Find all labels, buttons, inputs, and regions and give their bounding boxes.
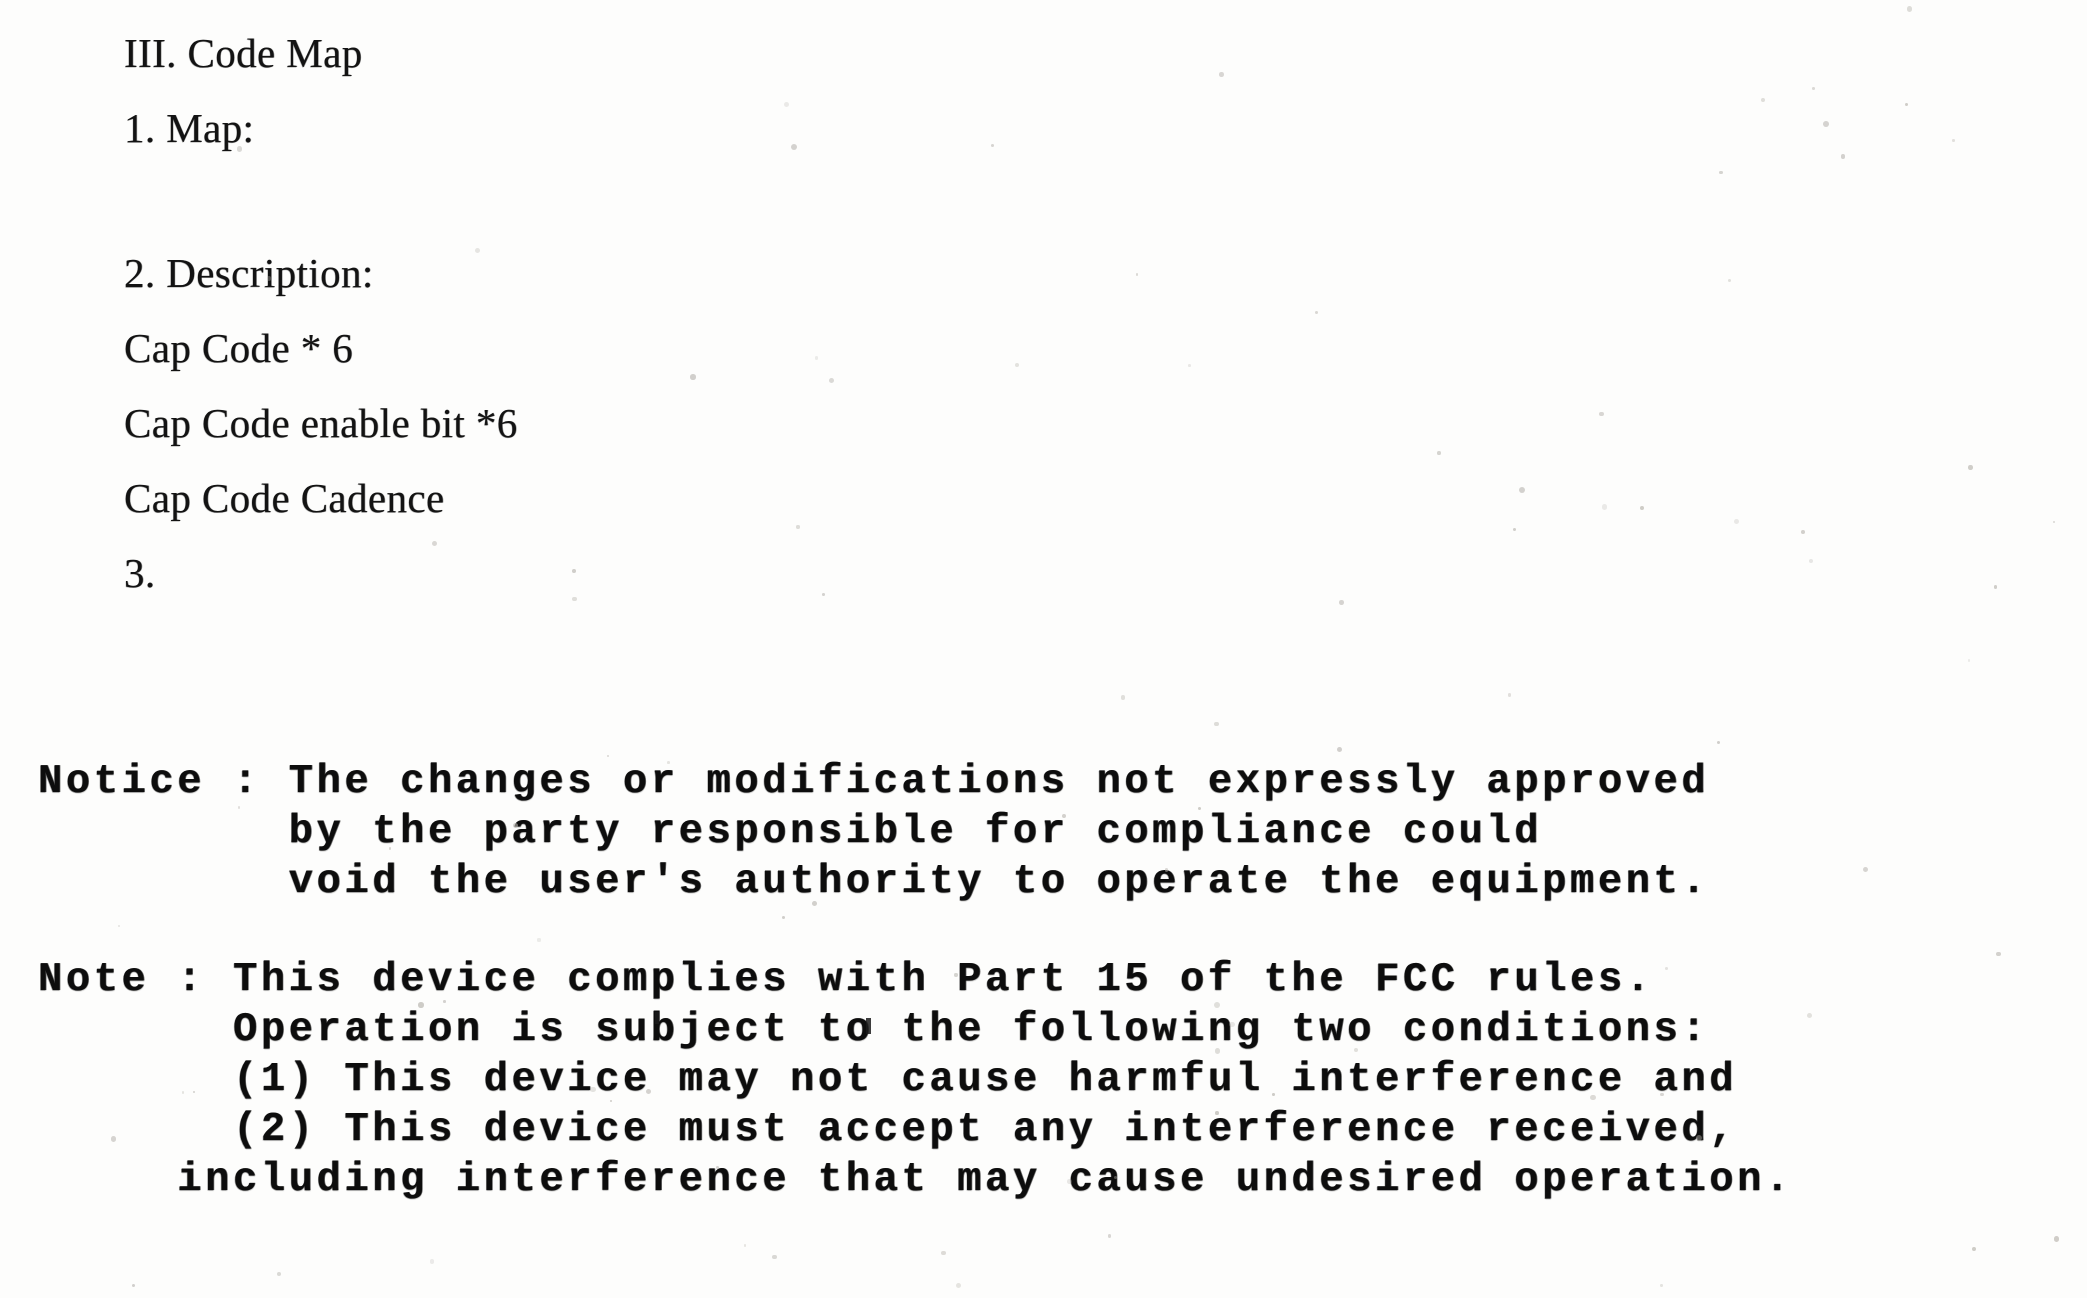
scan-speckle	[1808, 558, 1813, 564]
notice-paragraph: Notice : The changes or modifications no…	[38, 757, 2078, 907]
notice-line-2: by the party responsible for compliance …	[38, 809, 1543, 855]
scan-speckle	[743, 1244, 747, 1247]
scan-speckle	[1339, 600, 1345, 605]
description-item: 2. Description:	[124, 250, 374, 296]
scan-speckle	[1107, 1234, 1112, 1238]
notice-line-1: Notice : The changes or modifications no…	[38, 759, 1710, 805]
scan-speckle	[1994, 585, 1998, 589]
section-heading: III. Code Map	[124, 30, 363, 76]
cap-code-cadence-line: Cap Code Cadence	[124, 475, 445, 521]
cap-code-enable-bit-line: Cap Code enable bit *6	[124, 400, 518, 446]
note-condition-2: (2) This device must accept any interfer…	[38, 1107, 1738, 1153]
scan-speckle	[1639, 506, 1644, 511]
scan-speckle	[1967, 659, 1971, 662]
code-map-section: III. Code Map 1. Map: 2. Description: Ca…	[124, 16, 1324, 611]
scan-speckle	[1716, 741, 1720, 745]
item-three: 3.	[124, 550, 156, 596]
scan-speckle	[2053, 1236, 2059, 1242]
map-item: 1. Map:	[124, 105, 255, 151]
notice-line-3: void the user's authority to operate the…	[38, 859, 1710, 905]
note-line-1: Note : This device complies with Part 15…	[38, 957, 1654, 1003]
scan-speckle	[941, 1250, 946, 1256]
scan-speckle	[1840, 153, 1846, 159]
scan-speckle	[1800, 530, 1805, 534]
scan-speckle	[1812, 86, 1815, 90]
scan-speckle	[1512, 527, 1517, 532]
scan-speckle	[429, 1259, 435, 1264]
scan-speckle	[1436, 451, 1441, 455]
scan-speckle	[1968, 465, 1973, 470]
scan-speckle	[1337, 747, 1343, 753]
scan-speckle	[1904, 102, 1909, 107]
note-paragraph: Note : This device complies with Part 15…	[38, 955, 2078, 1205]
scan-speckle	[1906, 5, 1913, 12]
scan-speckle	[277, 1272, 282, 1277]
scan-speckle	[132, 1283, 136, 1287]
scan-speckle	[1214, 722, 1219, 727]
scan-speckle	[1601, 504, 1607, 510]
note-line-5: including interference that may cause un…	[38, 1157, 1793, 1203]
cap-code-line: Cap Code * 6	[124, 325, 354, 371]
scan-speckle	[772, 1254, 777, 1259]
scan-speckle	[1733, 519, 1739, 525]
scan-speckle	[1760, 97, 1766, 103]
scan-speckle	[1719, 170, 1723, 175]
scan-speckle	[1519, 487, 1526, 494]
note-condition-1: (1) This device may not cause harmful in…	[38, 1057, 1738, 1103]
scan-speckle	[1508, 693, 1512, 697]
scan-speckle	[1120, 695, 1126, 700]
scan-speckle	[956, 1283, 962, 1289]
scan-speckle	[2053, 520, 2056, 523]
scan-speckle	[1727, 279, 1731, 283]
scan-speckle	[1660, 1284, 1663, 1287]
scan-speckle	[1971, 1246, 1977, 1252]
fcc-compliance-section: Notice : The changes or modifications no…	[38, 757, 2078, 1205]
note-line-2: Operation is subject to the following tw…	[38, 1007, 1710, 1053]
scanned-document-page: III. Code Map 1. Map: 2. Description: Ca…	[0, 0, 2087, 1298]
scan-speckle	[1599, 411, 1604, 416]
scan-speckle	[1951, 138, 1955, 142]
scan-speckle	[1822, 121, 1829, 128]
